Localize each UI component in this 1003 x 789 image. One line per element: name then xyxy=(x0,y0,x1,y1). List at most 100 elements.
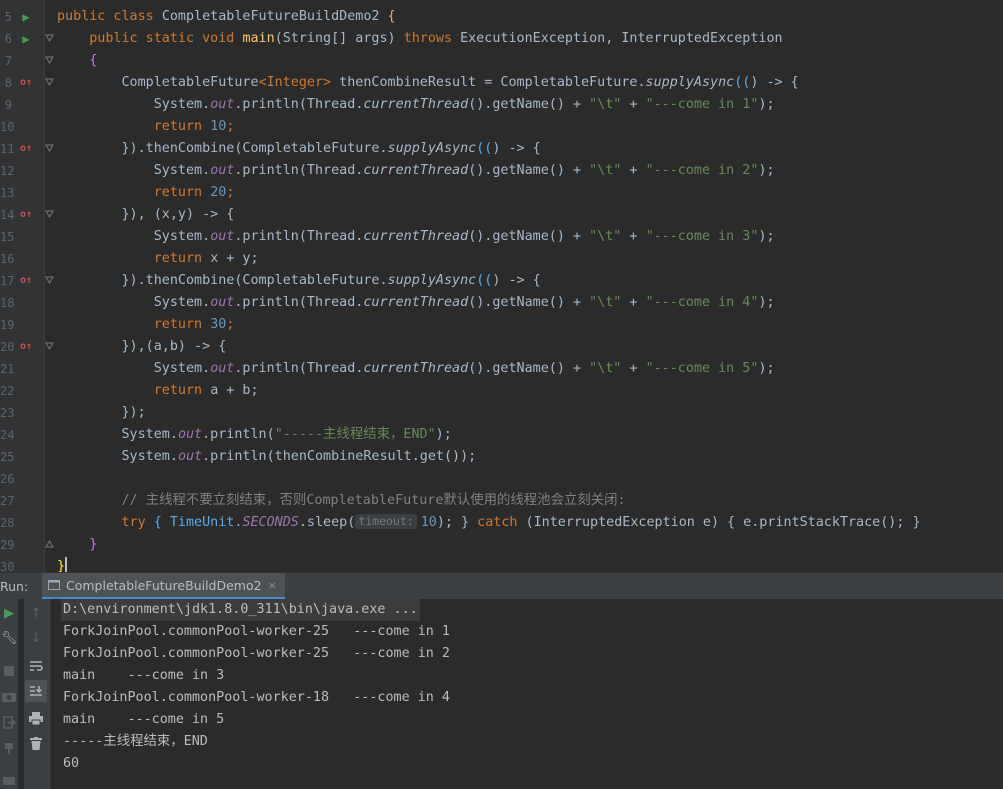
code-line[interactable]: 20 o↑ }),(a,b) -> { xyxy=(0,336,1003,358)
close-icon[interactable]: × xyxy=(268,579,277,592)
code-text[interactable]: System.out.println(Thread.currentThread(… xyxy=(57,226,775,248)
code-text[interactable]: { xyxy=(57,50,97,72)
code-line[interactable]: 21 System.out.println(Thread.currentThre… xyxy=(0,358,1003,380)
code-line[interactable]: 10 return 10; xyxy=(0,116,1003,138)
code-line[interactable]: 26 xyxy=(0,468,1003,490)
fold-marker-icon[interactable] xyxy=(45,78,54,87)
down-arrow-icon[interactable]: ↓ xyxy=(27,629,45,647)
line-number: 16 xyxy=(0,248,12,270)
stop-icon[interactable] xyxy=(0,662,18,680)
fold-marker-icon[interactable] xyxy=(45,276,54,285)
code-line[interactable]: 11 o↑ }).thenCombine(CompletableFuture.s… xyxy=(0,138,1003,160)
code-text[interactable]: public static void main(String[] args) t… xyxy=(57,28,783,50)
code-line[interactable]: 14 o↑ }), (x,y) -> { xyxy=(0,204,1003,226)
override-arrow-icon[interactable]: o↑ xyxy=(19,76,33,90)
fold-marker-icon[interactable] xyxy=(45,144,54,153)
code-line[interactable]: 29 } xyxy=(0,534,1003,556)
trash-icon[interactable] xyxy=(27,734,45,752)
code-line[interactable]: 19 return 30; xyxy=(0,314,1003,336)
camera-icon[interactable] xyxy=(0,687,18,705)
code-line[interactable]: 23 }); xyxy=(0,402,1003,424)
code-text[interactable]: } xyxy=(57,534,97,556)
run-toolbar-primary: ▶ 🔧︎ xyxy=(0,599,18,789)
fold-marker-icon[interactable] xyxy=(45,210,54,219)
code-text[interactable]: return 30; xyxy=(57,314,234,336)
line-number: 12 xyxy=(0,160,12,182)
code-line[interactable]: 8 o↑ CompletableFuture<Integer> thenComb… xyxy=(0,72,1003,94)
code-line[interactable]: 18 System.out.println(Thread.currentThre… xyxy=(0,292,1003,314)
run-tab-title: CompletableFutureBuildDemo2 xyxy=(66,578,262,593)
code-line[interactable]: 13 return 20; xyxy=(0,182,1003,204)
soft-wrap-icon[interactable] xyxy=(27,657,45,675)
line-number: 7 xyxy=(0,50,12,72)
code-text[interactable]: CompletableFuture<Integer> thenCombineRe… xyxy=(57,72,799,94)
override-arrow-icon[interactable]: o↑ xyxy=(19,208,33,222)
up-arrow-icon[interactable]: ↑ xyxy=(27,604,45,622)
code-text[interactable]: public class CompletableFutureBuildDemo2… xyxy=(57,6,396,28)
code-text[interactable]: System.out.println(Thread.currentThread(… xyxy=(57,358,775,380)
code-text[interactable]: }),(a,b) -> { xyxy=(57,336,226,358)
line-number: 9 xyxy=(0,94,12,116)
code-text[interactable]: return 10; xyxy=(57,116,234,138)
code-text[interactable]: }).thenCombine(CompletableFuture.supplyA… xyxy=(57,138,541,160)
wrench-icon[interactable]: 🔧︎ xyxy=(0,629,18,647)
run-triangle-icon[interactable]: ▶ xyxy=(19,10,33,24)
code-line[interactable]: 5 ▶ public class CompletableFutureBuildD… xyxy=(0,6,1003,28)
line-number: 18 xyxy=(0,292,12,314)
code-text[interactable]: return a + b; xyxy=(57,380,259,402)
run-config-tab[interactable]: CompletableFutureBuildDemo2 × xyxy=(42,573,285,599)
code-text[interactable]: }).thenCombine(CompletableFuture.supplyA… xyxy=(57,270,541,292)
code-text[interactable]: // 主线程不要立刻结束，否则CompletableFuture默认使用的线程池… xyxy=(57,490,626,512)
code-line[interactable]: 24 System.out.println("-----主线程结束，END"); xyxy=(0,424,1003,446)
code-text[interactable]: System.out.println(Thread.currentThread(… xyxy=(57,94,775,116)
fold-marker-icon[interactable] xyxy=(45,540,54,549)
code-text[interactable]: return 20; xyxy=(57,182,234,204)
fold-marker-icon[interactable] xyxy=(45,34,54,43)
code-line[interactable]: 22 return a + b; xyxy=(0,380,1003,402)
rerun-icon[interactable]: ▶ xyxy=(0,604,18,622)
code-text[interactable]: System.out.println("-----主线程结束，END"); xyxy=(57,424,452,446)
code-text[interactable]: }), (x,y) -> { xyxy=(57,204,234,226)
line-number: 25 xyxy=(0,446,12,468)
settings-icon[interactable] xyxy=(0,771,18,789)
console-command-line[interactable]: D:\environment\jdk1.8.0_311\bin\java.exe… xyxy=(61,599,420,621)
override-arrow-icon[interactable]: o↑ xyxy=(19,142,33,156)
line-number: 14 xyxy=(0,204,12,226)
code-text[interactable]: } xyxy=(57,556,67,572)
code-line[interactable]: 7 { xyxy=(0,50,1003,72)
code-text[interactable]: System.out.println(Thread.currentThread(… xyxy=(57,292,775,314)
code-line[interactable]: 28 try { TimeUnit.SECONDS.sleep(timeout:… xyxy=(0,512,1003,534)
code-text[interactable]: try { TimeUnit.SECONDS.sleep(timeout:10)… xyxy=(57,512,921,534)
fold-marker-icon[interactable] xyxy=(45,342,54,351)
code-editor[interactable]: 5 ▶ public class CompletableFutureBuildD… xyxy=(0,0,1003,572)
code-line[interactable]: 17 o↑ }).thenCombine(CompletableFuture.s… xyxy=(0,270,1003,292)
parameter-hint: timeout: xyxy=(355,514,416,529)
code-line[interactable]: 12 System.out.println(Thread.currentThre… xyxy=(0,160,1003,182)
run-toolbar-secondary: ↑ ↓ xyxy=(24,599,51,789)
console-line: -----主线程结束，END xyxy=(63,731,208,753)
code-text[interactable]: return x + y; xyxy=(57,248,259,270)
code-line[interactable]: 25 System.out.println(thenCombineResult.… xyxy=(0,446,1003,468)
code-line[interactable]: 30 } xyxy=(0,556,1003,572)
code-line[interactable]: 6 ▶ public static void main(String[] arg… xyxy=(0,28,1003,50)
print-icon[interactable] xyxy=(27,709,45,727)
code-line[interactable]: 27 // 主线程不要立刻结束，否则CompletableFuture默认使用的… xyxy=(0,490,1003,512)
console-output[interactable]: D:\environment\jdk1.8.0_311\bin\java.exe… xyxy=(51,599,1003,789)
code-text[interactable]: }); xyxy=(57,402,146,424)
code-line[interactable]: 16 return x + y; xyxy=(0,248,1003,270)
scroll-to-end-icon[interactable] xyxy=(25,680,47,702)
console-line: main ---come in 5 xyxy=(63,709,224,731)
line-number: 11 xyxy=(0,138,12,160)
code-line[interactable]: 9 System.out.println(Thread.currentThrea… xyxy=(0,94,1003,116)
code-text[interactable]: System.out.println(thenCombineResult.get… xyxy=(57,446,476,468)
override-arrow-icon[interactable]: o↑ xyxy=(19,274,33,288)
override-arrow-icon[interactable]: o↑ xyxy=(19,340,33,354)
exit-icon[interactable] xyxy=(0,713,18,731)
pin-icon[interactable] xyxy=(0,739,18,757)
code-line[interactable]: 15 System.out.println(Thread.currentThre… xyxy=(0,226,1003,248)
line-number: 5 xyxy=(0,6,12,28)
fold-marker-icon[interactable] xyxy=(45,56,54,65)
code-text[interactable]: System.out.println(Thread.currentThread(… xyxy=(57,160,775,182)
run-triangle-icon[interactable]: ▶ xyxy=(19,32,33,46)
line-number: 28 xyxy=(0,512,12,534)
